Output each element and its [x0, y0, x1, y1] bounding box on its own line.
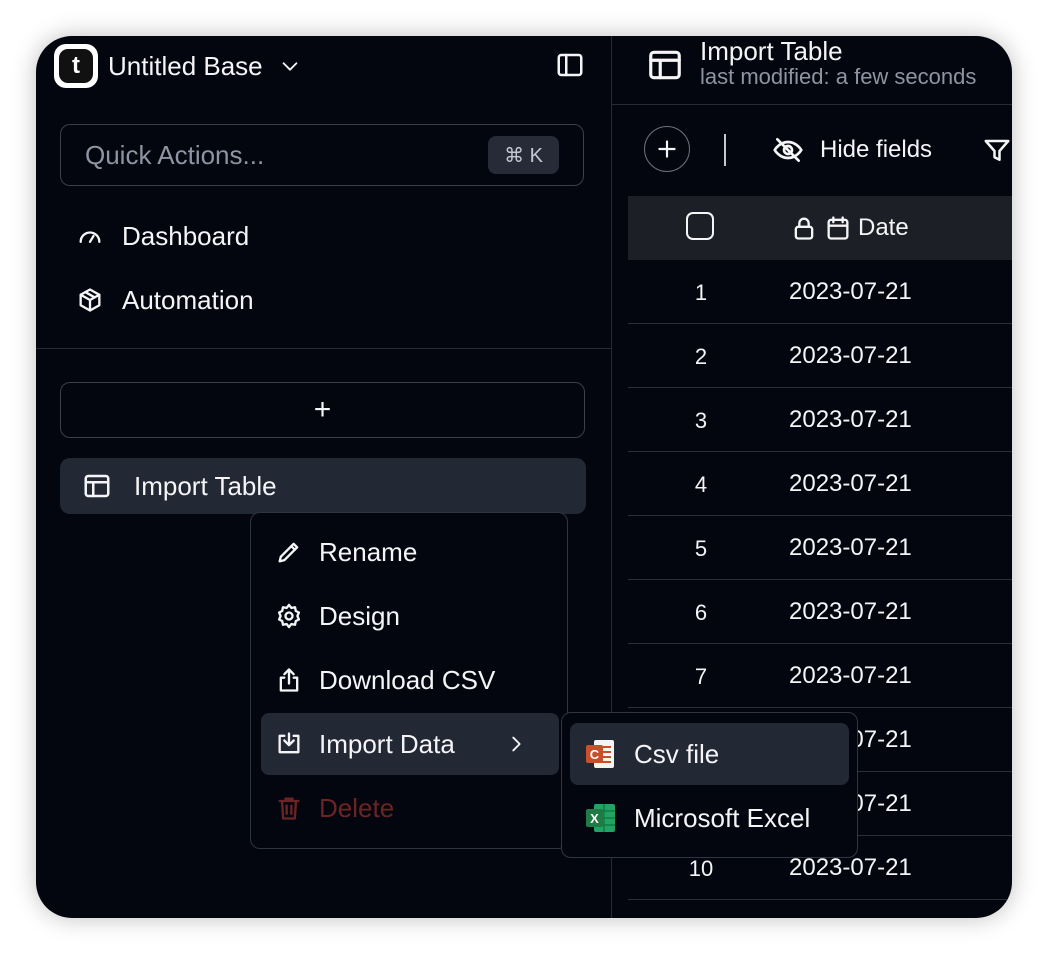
table-row[interactable]: 5 2023-07-21	[628, 516, 1012, 580]
nav-automation[interactable]: Automation	[76, 278, 254, 322]
eye-off-icon	[772, 134, 820, 166]
table-row[interactable]: 4 2023-07-21	[628, 452, 1012, 516]
gauge-icon	[76, 222, 122, 250]
table-header	[646, 38, 684, 84]
quick-actions[interactable]: ⌘ K	[60, 124, 584, 186]
hide-fields-label: Hide fields	[820, 136, 933, 163]
quick-actions-input[interactable]	[61, 125, 481, 185]
table-row[interactable]: 3 2023-07-21	[628, 388, 1012, 452]
menu-item-design[interactable]: Design	[261, 585, 559, 647]
column-header-label: Date	[858, 214, 909, 241]
table-row[interactable]: 2 2023-07-21	[628, 324, 1012, 388]
lock-icon	[790, 214, 824, 242]
nav-dashboard-label: Dashboard	[122, 220, 250, 251]
date-cell[interactable]: 2023-07-21	[789, 470, 912, 498]
row-number: 3	[694, 408, 708, 433]
chevron-down-icon	[279, 55, 301, 77]
nav-automation-label: Automation	[122, 284, 254, 315]
excel-icon: X	[570, 801, 634, 835]
row-number: 1	[694, 280, 708, 305]
menu-item-label: Download CSV	[319, 664, 496, 695]
table-icon	[60, 471, 134, 501]
sidebar-item-import-table[interactable]: Import Table	[60, 458, 586, 514]
date-cell[interactable]: 2023-07-21	[789, 534, 912, 562]
submenu-item-excel[interactable]: X Microsoft Excel	[570, 787, 849, 849]
select-all-checkbox[interactable]	[686, 212, 714, 240]
trash-icon	[261, 794, 319, 822]
logo-letter: t	[59, 49, 93, 83]
row-number: 4	[694, 472, 708, 497]
toolbar-separator	[724, 134, 726, 166]
chevron-right-icon	[491, 733, 543, 755]
hide-fields-button[interactable]: Hide fields	[772, 130, 932, 170]
base-switcher[interactable]: t Untitled Base	[54, 44, 301, 88]
calendar-icon	[824, 214, 858, 242]
menu-item-label: Design	[319, 600, 400, 631]
page-title: Import Table	[700, 36, 843, 66]
shortcut-badge: ⌘ K	[488, 136, 559, 174]
row-number: 5	[694, 536, 708, 561]
import-icon	[261, 730, 319, 758]
submenu-item-label: Microsoft Excel	[634, 802, 811, 833]
column-header-date[interactable]: Date	[790, 210, 909, 246]
menu-item-download-csv[interactable]: Download CSV	[261, 649, 559, 711]
gear-icon	[261, 602, 319, 630]
date-cell[interactable]: 2023-07-21	[789, 662, 912, 690]
app-window: t Untitled Base ⌘ K Dashboard Automation	[36, 36, 1012, 918]
row-number: 2	[694, 344, 708, 369]
pencil-icon	[261, 538, 319, 566]
sidebar-toggle-icon[interactable]	[555, 50, 585, 80]
row-number: 6	[694, 600, 708, 625]
grid-header: Date	[628, 196, 1012, 260]
date-cell[interactable]: 2023-07-21	[789, 598, 912, 626]
table-row[interactable]: 6 2023-07-21	[628, 580, 1012, 644]
menu-item-label: Import Data	[319, 728, 455, 759]
date-cell[interactable]: 2023-07-21	[789, 278, 912, 306]
add-record-button[interactable]	[644, 126, 690, 172]
upload-icon	[261, 666, 319, 694]
submenu-item-label: Csv file	[634, 738, 720, 769]
header-divider	[612, 104, 1012, 105]
package-icon	[76, 286, 122, 314]
add-table-button[interactable]: +	[60, 382, 585, 438]
menu-item-label: Rename	[319, 536, 418, 567]
date-cell[interactable]: 2023-07-21	[789, 406, 912, 434]
row-number: 7	[694, 664, 708, 689]
svg-text:X: X	[590, 811, 599, 826]
table-context-menu: Rename Design Download CSV Import Data D…	[250, 512, 568, 849]
base-logo: t	[54, 44, 98, 88]
menu-item-rename[interactable]: Rename	[261, 521, 559, 583]
table-row[interactable]: 1 2023-07-21	[628, 260, 1012, 324]
menu-item-import-data[interactable]: Import Data	[261, 713, 559, 775]
last-modified-text: last modified: a few seconds	[700, 64, 977, 89]
table-icon	[646, 38, 684, 84]
csv-file-icon: C	[570, 737, 634, 771]
import-submenu: C Csv file X Microsoft Excel	[561, 712, 858, 858]
submenu-item-csv[interactable]: C Csv file	[570, 723, 849, 785]
menu-item-delete[interactable]: Delete	[261, 777, 559, 839]
date-cell[interactable]: 2023-07-21	[789, 854, 912, 882]
base-title: Untitled Base	[108, 50, 263, 81]
sidebar-item-label: Import Table	[134, 470, 277, 501]
table-row[interactable]: 7 2023-07-21	[628, 644, 1012, 708]
menu-item-label: Delete	[319, 792, 395, 823]
sidebar-divider	[36, 348, 611, 349]
svg-text:C: C	[590, 747, 600, 762]
date-cell[interactable]: 2023-07-21	[789, 342, 912, 370]
nav-dashboard[interactable]: Dashboard	[76, 214, 249, 258]
row-number: 10	[688, 856, 714, 881]
filter-icon[interactable]	[982, 136, 1012, 166]
